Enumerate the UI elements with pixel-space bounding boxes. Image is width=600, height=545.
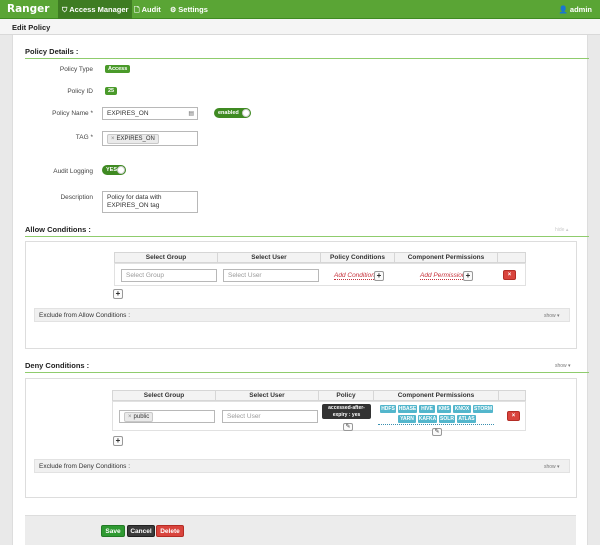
clipboard-icon: ▤ [188,111,194,117]
deny-edit-permissions-pencil-icon[interactable]: ✎ [432,428,442,436]
section-divider [25,58,589,59]
policy-name-label: Policy Name * [52,110,93,117]
policy-id-label: Policy ID [67,88,93,95]
deny-edit-conditions-pencil-icon[interactable]: ✎ [343,423,353,431]
permission-badge: KAFKA [418,415,437,423]
permission-badge: STORM [473,405,493,413]
nav-settings[interactable]: ⚙ Settings [166,0,212,19]
audit-logging-toggle[interactable]: YES [102,165,126,175]
tag-chip: × EXPIRES_ON [107,134,159,144]
file-icon: 🗋 [134,7,140,14]
allow-conditions-title: Allow Conditions : [25,225,91,234]
allow-hide-link[interactable]: hide ▴ [555,227,568,233]
policy-form-panel: Policy Details : Policy Type Access Poli… [12,35,589,545]
audit-logging-label: Audit Logging [53,168,93,175]
policy-id-badge: 25 [105,87,118,95]
allow-user-select[interactable]: Select User [223,269,319,282]
policy-type-label: Policy Type [59,66,93,73]
policy-type-badge: Access [105,65,131,73]
page-header: Edit Policy [0,19,600,35]
permission-badge: ATLAS [457,415,476,423]
deny-user-select[interactable]: Select User [222,410,318,423]
permission-badge: SOLR [439,415,455,423]
policy-enabled-toggle[interactable]: enabled [214,108,251,118]
deny-show-link[interactable]: show ▾ [555,363,571,369]
remove-group-icon[interactable]: × [128,414,132,420]
permission-badge: KMS [437,405,451,413]
allow-add-conditions-link[interactable]: Add Conditions [334,272,379,280]
permission-badge: HIVE [419,405,435,413]
deny-conditions-title: Deny Conditions : [25,361,90,370]
page-title: Edit Policy [12,23,51,32]
allow-add-permission-button[interactable]: + [463,271,473,281]
description-textarea[interactable]: Policy for data with EXPIRES_ON tag [102,191,198,213]
deny-exclude-bar[interactable]: Exclude from Deny Conditions : [34,459,570,473]
deny-conditions-box: Select Group Select User Policy Conditio… [25,378,577,498]
deny-header-permissions: Component Permissions [373,390,499,401]
allow-header-permissions: Component Permissions [394,252,498,263]
allow-exclude-show-link[interactable]: show ▾ [544,313,560,319]
deny-add-row-button[interactable]: + [113,436,123,446]
delete-button[interactable]: Delete [156,525,184,537]
toggle-knob [117,166,125,174]
permission-underline [378,424,494,425]
allow-header-user: Select User [217,252,321,263]
section-divider [25,236,589,237]
allow-add-row-button[interactable]: + [113,289,123,299]
allow-add-condition-button[interactable]: + [374,271,384,281]
section-divider [25,372,589,373]
top-navbar: Ranger ⛉ Access Manager 🗋 Audit ⚙ Settings … [0,0,600,19]
tag-input[interactable]: × EXPIRES_ON [102,131,198,146]
policy-details-title: Policy Details : [25,47,79,56]
permission-badge: YARN [398,415,416,423]
deny-exclude-show-link[interactable]: show ▾ [544,464,560,470]
allow-header-group: Select Group [114,252,218,263]
deny-header-user: Select User [215,390,319,401]
save-button[interactable]: Save [101,525,125,537]
tag-label: TAG * [75,134,93,141]
deny-header-conditions: Policy Conditions [318,390,374,409]
deny-group-select[interactable]: × public [119,410,215,423]
form-actions-bar: Save Cancel Delete [25,515,576,545]
nav-audit[interactable]: 🗋 Audit [130,0,165,19]
nav-access-manager[interactable]: ⛉ Access Manager [58,0,133,19]
allow-group-select[interactable]: Select Group [121,269,217,282]
gear-icon: ⚙ [170,7,177,14]
permission-badge: HBASE [398,405,417,413]
description-label: Description [60,194,93,201]
user-icon: 👤 [558,5,568,14]
user-menu[interactable]: 👤 admin [558,0,592,19]
allow-exclude-bar[interactable]: Exclude from Allow Conditions : [34,308,570,322]
cancel-button[interactable]: Cancel [127,525,155,537]
allow-delete-row-button[interactable]: × [503,270,516,280]
remove-tag-icon[interactable]: × [111,136,115,142]
permission-badge: HDFS [380,405,396,413]
deny-condition-badge: accessed-after-expiry : yes [322,404,371,419]
brand-logo[interactable]: Ranger [7,3,49,15]
deny-delete-row-button[interactable]: × [507,411,520,421]
allow-conditions-box: Select Group Select User Policy Conditio… [25,241,577,349]
policy-name-input[interactable]: EXPIRES_ON ▤ [102,107,198,120]
deny-header-action [498,390,526,401]
allow-header-action [497,252,526,263]
deny-header-group: Select Group [112,390,216,401]
shield-icon: ⛉ [62,7,68,14]
allow-add-permissions-link[interactable]: Add Permissions [420,272,469,280]
allow-header-conditions: Policy Conditions [320,252,395,263]
permission-badge: KNOX [453,405,471,413]
toggle-knob [242,109,250,117]
group-chip: × public [124,412,154,422]
